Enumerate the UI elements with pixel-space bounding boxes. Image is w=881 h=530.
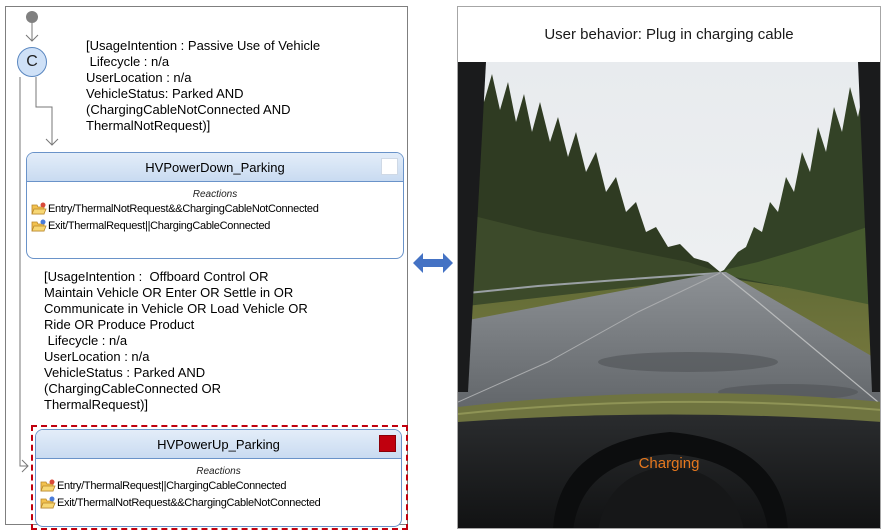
reactions-title: Reactions xyxy=(192,189,238,200)
charging-status-label: Charging xyxy=(638,455,700,472)
exit-reaction: Exit/ThermalRequest||ChargingCableConnec… xyxy=(27,217,403,234)
double-arrow-icon xyxy=(413,253,453,273)
statechart-panel: C [UsageIntention : Passive Use of Vehic… xyxy=(5,6,408,530)
initial-state-dot xyxy=(26,11,38,23)
folder-icon xyxy=(31,219,47,231)
state-hvpowerdown-parking[interactable]: HVPowerDown_Parking Reactions Entry/Ther… xyxy=(26,152,404,259)
guard-condition-powerup: [UsageIntention : Offboard Control OR Ma… xyxy=(44,269,308,412)
active-state-highlight xyxy=(31,425,408,530)
state-header: HVPowerDown_Parking xyxy=(27,153,403,182)
choice-pseudostate: C xyxy=(17,47,47,77)
inactive-state-indicator xyxy=(381,158,398,175)
simulation-title: User behavior: Plug in charging cable xyxy=(544,26,794,43)
simulation-panel: User behavior: Plug in charging cable Ch… xyxy=(457,6,881,529)
folder-icon xyxy=(31,202,47,214)
entry-reaction: Entry/ThermalNotRequest&&ChargingCableNo… xyxy=(27,200,403,217)
state-name: HVPowerDown_Parking xyxy=(145,159,285,175)
guard-condition-powerdown: [UsageIntention : Passive Use of Vehicle… xyxy=(86,38,321,133)
